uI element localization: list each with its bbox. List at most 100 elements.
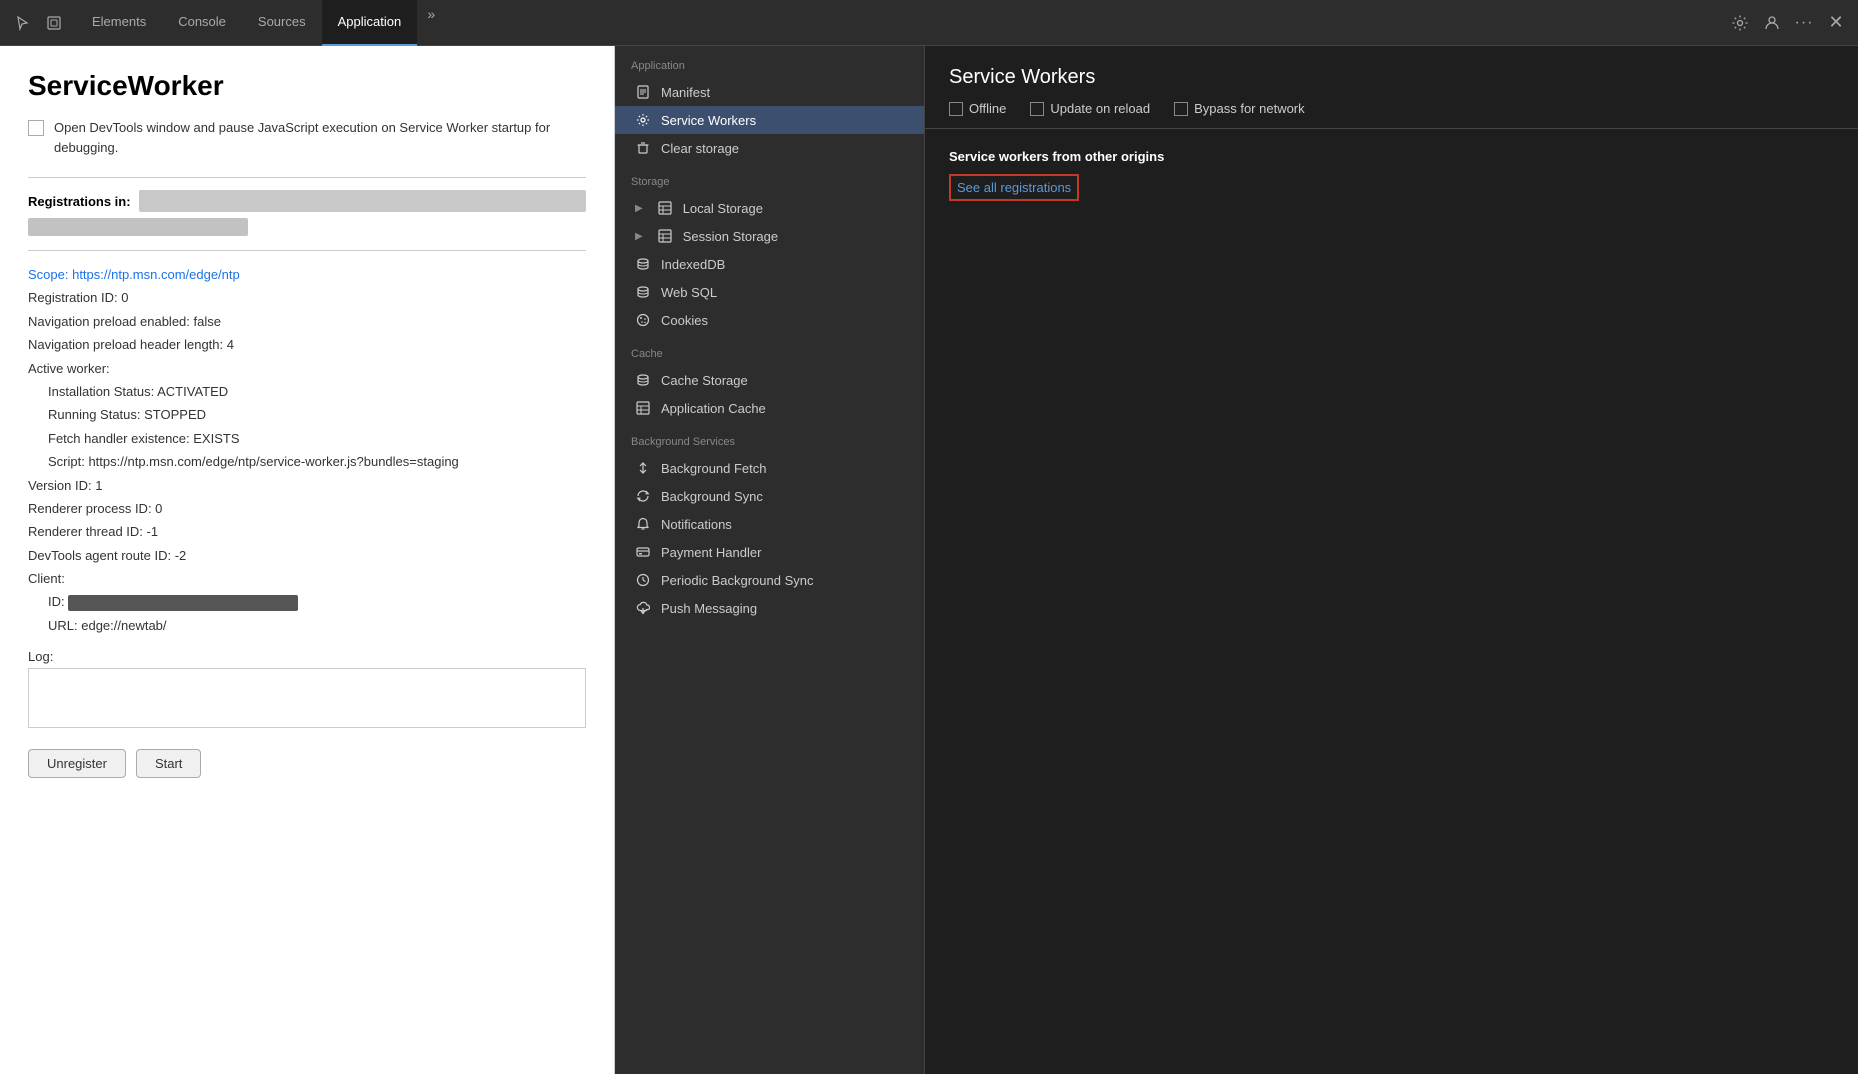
registrations-label: Registrations in:	[28, 194, 131, 209]
manifest-label: Manifest	[661, 85, 710, 100]
unregister-button[interactable]: Unregister	[28, 749, 126, 778]
tab-list: Elements Console Sources Application »	[76, 0, 1726, 46]
right-panel-title: Service Workers	[949, 66, 1834, 89]
sidebar-item-indexeddb[interactable]: IndexedDB	[615, 250, 924, 278]
version-id: Version ID: 1	[28, 474, 586, 497]
right-panel: Service Workers Offline Update on reload…	[925, 46, 1858, 1074]
cache-storage-label: Cache Storage	[661, 373, 748, 388]
sidebar-item-push-messaging[interactable]: Push Messaging	[615, 594, 924, 622]
application-cache-label: Application Cache	[661, 401, 766, 416]
sidebar-item-service-workers[interactable]: Service Workers	[615, 106, 924, 134]
renderer-thread: Renderer thread ID: -1	[28, 520, 586, 543]
sidebar-item-periodic-bg-sync[interactable]: Periodic Background Sync	[615, 566, 924, 594]
sidebar: Application Manifest Service Workers	[615, 46, 925, 1074]
table-icon-local	[657, 200, 673, 216]
sidebar-item-web-sql[interactable]: Web SQL	[615, 278, 924, 306]
more-tabs-icon[interactable]: »	[417, 0, 445, 28]
tab-console[interactable]: Console	[162, 0, 242, 46]
sidebar-item-clear-storage[interactable]: Clear storage	[615, 134, 924, 162]
table-icon-appcache	[635, 400, 651, 416]
indexeddb-label: IndexedDB	[661, 257, 725, 272]
offline-label: Offline	[969, 101, 1006, 116]
tab-elements[interactable]: Elements	[76, 0, 162, 46]
log-label: Log:	[28, 649, 586, 664]
cursor-icon[interactable]	[8, 9, 36, 37]
log-textarea[interactable]	[28, 668, 586, 728]
session-storage-label: Session Storage	[683, 229, 778, 244]
divider-1	[28, 177, 586, 178]
tab-sources[interactable]: Sources	[242, 0, 322, 46]
registrations-row: Registrations in:	[28, 190, 586, 212]
sw-buttons: Unregister Start	[28, 749, 586, 798]
tab-application[interactable]: Application	[322, 0, 418, 46]
sidebar-item-manifest[interactable]: Manifest	[615, 78, 924, 106]
db-icon-indexed	[635, 256, 651, 272]
gear-icon	[635, 112, 651, 128]
sidebar-item-notifications[interactable]: Notifications	[615, 510, 924, 538]
local-storage-label: Local Storage	[683, 201, 763, 216]
client-label: Client:	[28, 567, 586, 590]
sidebar-item-session-storage[interactable]: ▶ Session Storage	[615, 222, 924, 250]
table-icon-session	[657, 228, 673, 244]
db-icon-sql	[635, 284, 651, 300]
clear-storage-label: Clear storage	[661, 141, 739, 156]
reg-id: Registration ID: 0	[28, 286, 586, 309]
ellipsis-icon[interactable]: ···	[1790, 9, 1818, 37]
sidebar-item-cache-storage[interactable]: Cache Storage	[615, 366, 924, 394]
registrations-input[interactable]	[139, 190, 586, 212]
webpage-panel: ServiceWorker Open DevTools window and p…	[0, 46, 615, 1074]
expand-arrow-local: ▶	[635, 203, 643, 214]
renderer-process: Renderer process ID: 0	[28, 497, 586, 520]
sidebar-item-application-cache[interactable]: Application Cache	[615, 394, 924, 422]
web-sql-label: Web SQL	[661, 285, 717, 300]
cookie-icon	[635, 312, 651, 328]
sidebar-header-storage: Storage	[615, 162, 924, 194]
update-on-reload-checkbox-item[interactable]: Update on reload	[1030, 101, 1150, 116]
sidebar-item-bg-fetch[interactable]: Background Fetch	[615, 454, 924, 482]
expand-arrow-session: ▶	[635, 231, 643, 242]
client-url: URL: edge://newtab/	[48, 614, 586, 637]
settings-icon[interactable]	[1726, 9, 1754, 37]
arrow-up-down-icon	[635, 460, 651, 476]
debug-checkbox[interactable]	[28, 120, 44, 136]
bypass-network-label: Bypass for network	[1194, 101, 1305, 116]
client-id-row: ID:	[48, 590, 586, 613]
doc-icon	[635, 84, 651, 100]
bypass-network-checkbox-item[interactable]: Bypass for network	[1174, 101, 1305, 116]
service-workers-label: Service Workers	[661, 113, 756, 128]
update-on-reload-label: Update on reload	[1050, 101, 1150, 116]
redacted-bar	[28, 218, 248, 236]
script-url: Script: https://ntp.msn.com/edge/ntp/ser…	[48, 450, 586, 473]
scope-link[interactable]: Scope: https://ntp.msn.com/edge/ntp	[28, 267, 240, 282]
offline-checkbox[interactable]	[949, 102, 963, 116]
bell-icon	[635, 516, 651, 532]
offline-checkbox-item[interactable]: Offline	[949, 101, 1006, 116]
close-devtools-button[interactable]: ✕	[1822, 9, 1850, 37]
bg-fetch-label: Background Fetch	[661, 461, 767, 476]
sw-info: Scope: https://ntp.msn.com/edge/ntp Regi…	[28, 263, 586, 637]
main-area: ServiceWorker Open DevTools window and p…	[0, 46, 1858, 1074]
right-panel-body: Service workers from other origins See a…	[925, 129, 1858, 221]
page-title: ServiceWorker	[28, 70, 586, 102]
nav-preload-header: Navigation preload header length: 4	[28, 333, 586, 356]
inspect-icon[interactable]	[40, 9, 68, 37]
sidebar-item-local-storage[interactable]: ▶ Local Storage	[615, 194, 924, 222]
card-icon	[635, 544, 651, 560]
sidebar-item-payment-handler[interactable]: Payment Handler	[615, 538, 924, 566]
client-id-redacted	[68, 595, 298, 611]
sidebar-header-cache: Cache	[615, 334, 924, 366]
fetch-handler: Fetch handler existence: EXISTS	[48, 427, 586, 450]
divider-2	[28, 250, 586, 251]
payment-handler-label: Payment Handler	[661, 545, 761, 560]
bypass-network-checkbox[interactable]	[1174, 102, 1188, 116]
user-icon[interactable]	[1758, 9, 1786, 37]
periodic-bg-sync-label: Periodic Background Sync	[661, 573, 813, 588]
sidebar-item-bg-sync[interactable]: Background Sync	[615, 482, 924, 510]
see-all-registrations-link[interactable]: See all registrations	[949, 174, 1079, 201]
nav-preload: Navigation preload enabled: false	[28, 310, 586, 333]
start-button[interactable]: Start	[136, 749, 201, 778]
update-on-reload-checkbox[interactable]	[1030, 102, 1044, 116]
running-status: Running Status: STOPPED	[48, 403, 586, 426]
sidebar-item-cookies[interactable]: Cookies	[615, 306, 924, 334]
sidebar-header-bg-services: Background Services	[615, 422, 924, 454]
